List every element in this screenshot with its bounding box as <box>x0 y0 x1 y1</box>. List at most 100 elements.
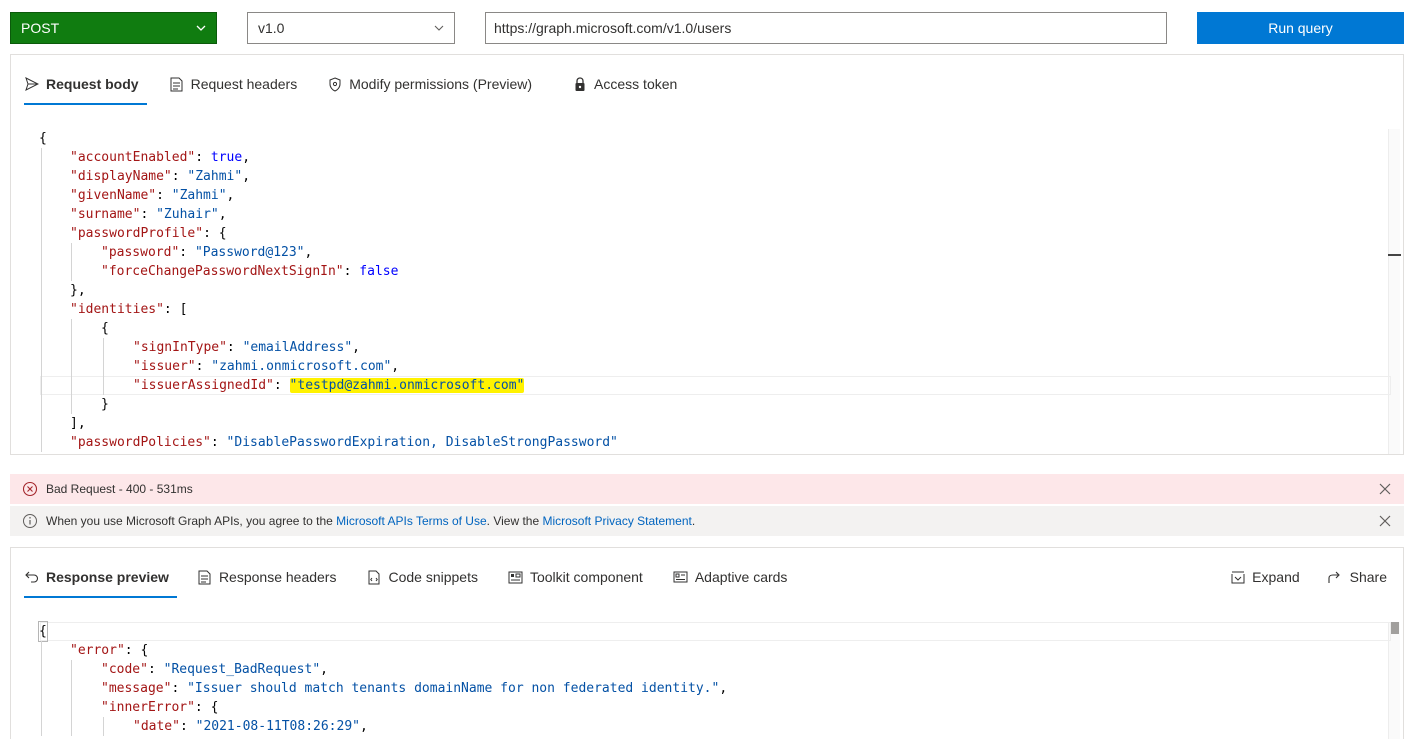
tab-label: Code snippets <box>388 569 478 585</box>
request-body-editor[interactable]: { "accountEnabled": true, "displayName":… <box>11 129 1391 452</box>
tab-label: Response headers <box>218 569 337 585</box>
response-actions: Expand Share <box>1202 566 1387 588</box>
response-panel: Response preview Response headers Code s… <box>10 547 1404 739</box>
info-circle-icon <box>22 513 38 529</box>
tab-toolkit-component[interactable]: Toolkit component <box>508 566 643 588</box>
request-panel: Request body Request headers Modify perm… <box>10 54 1404 455</box>
privacy-statement-link[interactable]: Microsoft Privacy Statement <box>542 514 691 528</box>
json-key: "signInType" <box>133 340 227 355</box>
code-line: } <box>11 395 1391 414</box>
code-line: "accountEnabled": true, <box>11 148 1391 167</box>
json-brace: { <box>210 700 219 715</box>
info-text-middle: . View the <box>486 514 543 528</box>
send-icon <box>24 76 40 92</box>
tab-response-preview[interactable]: Response preview <box>24 566 177 598</box>
json-key: "forceChangePasswordNextSignIn" <box>101 264 344 279</box>
json-value: "2021-08-11T08:26:29" <box>195 719 360 734</box>
code-line-current: { <box>11 621 1391 642</box>
code-line: "innerError": { <box>11 698 1391 717</box>
close-icon[interactable] <box>1378 482 1392 496</box>
code-line: ], <box>11 414 1391 433</box>
error-message-bar: Bad Request - 400 - 531ms <box>10 474 1404 504</box>
code-line: "password": "Password@123", <box>11 243 1391 262</box>
response-body-viewer: { "error": { "code": "Request_BadRequest… <box>11 621 1391 736</box>
json-bracket: ], <box>70 416 86 431</box>
json-key: "identities" <box>70 302 164 317</box>
share-button[interactable]: Share <box>1328 566 1387 588</box>
json-key: "innerError" <box>101 700 195 715</box>
tab-modify-permissions[interactable]: Modify permissions (Preview) <box>327 73 532 95</box>
code-line: "displayName": "Zahmi", <box>11 167 1391 186</box>
chevron-down-icon <box>434 25 444 31</box>
document-icon <box>197 569 213 585</box>
json-key: "passwordProfile" <box>70 226 204 241</box>
tab-request-headers[interactable]: Request headers <box>169 73 297 95</box>
tab-access-token[interactable]: Access token <box>572 73 677 95</box>
tab-adaptive-cards[interactable]: Adaptive cards <box>673 566 788 588</box>
json-value: "Issuer should match tenants domainName … <box>187 681 720 696</box>
code-line: "code": "Request_BadRequest", <box>11 660 1391 679</box>
json-key: "issuerAssignedId" <box>133 378 274 393</box>
tab-code-snippets[interactable]: Code snippets <box>366 566 478 588</box>
api-version-select[interactable]: v1.0 <box>247 12 455 44</box>
json-key: "surname" <box>70 207 141 222</box>
undo-icon <box>24 569 40 585</box>
code-line: "forceChangePasswordNextSignIn": false <box>11 262 1391 281</box>
tab-label: Modify permissions (Preview) <box>349 76 533 92</box>
terms-of-use-link[interactable]: Microsoft APIs Terms of Use <box>336 514 487 528</box>
expand-icon <box>1230 569 1246 585</box>
lock-icon <box>572 76 588 92</box>
json-value: "Zuhair" <box>156 207 219 222</box>
code-line: { <box>11 129 1391 148</box>
request-tabs: Request body Request headers Modify perm… <box>24 73 707 105</box>
tab-label: Access token <box>594 76 678 92</box>
chevron-down-icon <box>196 25 206 31</box>
http-method-select[interactable]: POST <box>10 12 217 44</box>
run-query-button[interactable]: Run query <box>1197 12 1404 44</box>
json-brace: { <box>101 321 109 336</box>
tab-label: Response preview <box>46 569 169 585</box>
error-status-text: Bad Request - 400 - 531ms <box>46 482 193 496</box>
tab-label: Request body <box>46 76 139 92</box>
share-icon <box>1328 569 1344 585</box>
tab-label: Adaptive cards <box>694 569 788 585</box>
json-key: "givenName" <box>70 188 157 203</box>
json-key: "displayName" <box>70 169 172 184</box>
json-brace: }, <box>70 283 86 298</box>
highlighted-json-value: "testpd@zahmi.onmicrosoft.com" <box>289 378 525 393</box>
code-line-current: "issuerAssignedId": "testpd@zahmi.onmicr… <box>11 376 1391 395</box>
json-key: "issuer" <box>133 359 196 374</box>
json-value: "DisablePasswordExpiration, DisableStron… <box>226 435 618 450</box>
json-value: "zahmi.onmicrosoft.com" <box>211 359 392 374</box>
json-key: "password" <box>101 245 180 260</box>
card-icon <box>673 569 689 585</box>
code-line: "issuer": "zahmi.onmicrosoft.com", <box>11 357 1391 376</box>
shield-icon <box>327 76 343 92</box>
json-value: false <box>359 264 399 279</box>
tab-response-headers[interactable]: Response headers <box>197 566 337 588</box>
query-url-input[interactable] <box>485 12 1167 44</box>
code-line: { <box>11 319 1391 338</box>
json-value: "Request_BadRequest" <box>163 662 321 677</box>
http-method-value: POST <box>21 20 60 36</box>
json-key: "error" <box>70 643 125 658</box>
close-icon[interactable] <box>1378 514 1392 528</box>
json-key: "passwordPolicies" <box>70 435 211 450</box>
code-line: "date": "2021-08-11T08:26:29", <box>11 717 1391 736</box>
toolkit-icon <box>508 569 524 585</box>
expand-button[interactable]: Expand <box>1230 566 1300 588</box>
json-brace: } <box>101 397 109 412</box>
api-version-value: v1.0 <box>258 20 285 36</box>
tab-request-body[interactable]: Request body <box>24 73 147 105</box>
code-line: "passwordProfile": { <box>11 224 1391 243</box>
response-tabs: Response preview Response headers Code s… <box>24 566 817 598</box>
json-key: "message" <box>101 681 172 696</box>
code-line: "passwordPolicies": "DisablePasswordExpi… <box>11 433 1391 452</box>
json-value: "emailAddress" <box>242 340 353 355</box>
document-icon <box>169 76 185 92</box>
code-line: }, <box>11 281 1391 300</box>
scrollbar-thumb[interactable] <box>1391 622 1399 634</box>
error-circle-icon <box>22 481 38 497</box>
json-brace: { <box>218 226 227 241</box>
code-line: "message": "Issuer should match tenants … <box>11 679 1391 698</box>
